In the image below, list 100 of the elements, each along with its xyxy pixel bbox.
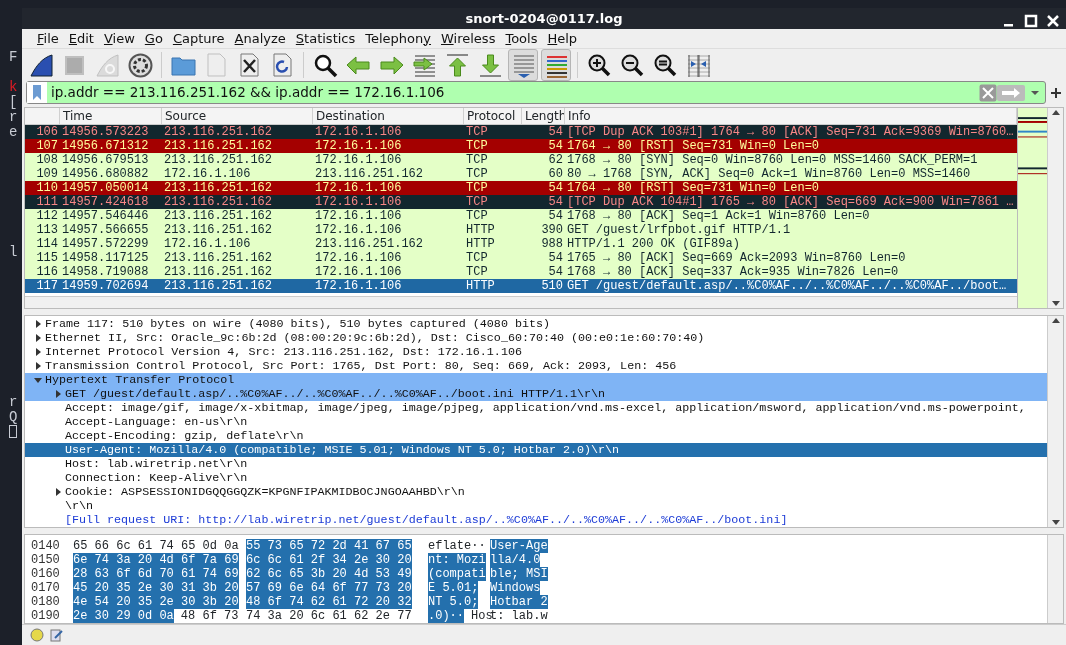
terminal-text: F	[9, 49, 18, 65]
ascii-text: NT 5.0;	[428, 595, 479, 609]
packet-row[interactable]: 107 14956.671312 213.116.251.162 172.16.1.106 TCP 54 1764 → 80 [RST] Seq=731 Win=0 Len=0	[25, 139, 1017, 153]
hex-bytes: 2e 30 29 0d 0a	[73, 609, 174, 623]
terminal-text: k	[9, 79, 18, 95]
ascii-text: .0)··	[428, 609, 464, 623]
hex-bytes: 65 66 6c 61 74 65 0d 0a	[73, 539, 239, 553]
maximize-icon[interactable]	[1024, 14, 1038, 28]
colored-lines-button[interactable]	[541, 49, 571, 81]
byte-offset: 0170	[30, 581, 61, 595]
tree-row[interactable]: Frame 117: 510 bytes on wire (4080 bits), 510 bytes captured (4080 bits)	[25, 317, 1047, 331]
shark-fin-icon	[27, 51, 55, 79]
terminal-text: e	[9, 124, 18, 140]
expand-arrow-icon[interactable]	[54, 488, 62, 496]
tree-row[interactable]: GET /guest/default.asp/..%C0%AF../..%C0%AF../..%C0%AF../boot.ini HTTP/1.1\r\n	[25, 387, 1047, 401]
ascii-text: Hotbar 2	[490, 595, 548, 609]
status-circle-icon[interactable]	[30, 628, 44, 642]
tree-row[interactable]: Ethernet II, Src: Oracle_9c:6b:2d (08:00:20:9c:6b:2d), Dst: Cisco_60:70:40 (00:e0:1e:60:70:40)	[25, 331, 1047, 345]
terminal-text: Q	[9, 409, 18, 425]
ascii-text: eflate··	[428, 539, 486, 553]
packet-minimap[interactable]	[1017, 108, 1047, 308]
scroll-down-icon[interactable]	[1050, 519, 1061, 527]
vertical-scrollbar[interactable]	[1047, 316, 1063, 527]
ascii-text: lla/4.0	[490, 553, 541, 567]
packet-row[interactable]: 114 14957.572299 172.16.1.106 213.116.251.162 HTTP 988 HTTP/1.1 200 OK (GIF89a)	[25, 237, 1017, 251]
packet-row[interactable]: 115 14958.117125 213.116.251.162 172.16.1.106 TCP 54 1765 → 80 [ACK] Seq=669 Ack=2093 Win=8760 Len=0	[25, 251, 1017, 265]
restart-icon	[93, 51, 121, 79]
terminal-text: [	[9, 94, 18, 110]
tree-row[interactable]: User-Agent: Mozilla/4.0 (compatible; MSIE 5.01; Windows NT 5.0; Hotbar 2.0)\r\n	[25, 443, 1047, 457]
add-icon[interactable]	[1050, 86, 1062, 99]
byte-offset: 0150	[30, 553, 61, 567]
menu-item[interactable]: Statistics	[290, 28, 361, 48]
packet-row[interactable]: 106 14956.573223 213.116.251.162 172.16.1.106 TCP 54 [TCP Dup ACK 103#1] 1764 → 80 [ACK] Seq=731 Ack=9369 Win=8760…	[25, 125, 1017, 139]
ascii-text: ble; MSI	[490, 567, 548, 581]
tree-row[interactable]: Transmission Control Protocol, Src Port: 1765, Dst Port: 80, Seq: 669, Ack: 2093, Len: 456	[25, 359, 1047, 373]
menu-item[interactable]: Tools	[500, 28, 543, 48]
tree-row[interactable]: Host: lab.wiretrip.net\r\n	[25, 457, 1047, 471]
hex-bytes: 28 63 6f 6d 70 61 74 69	[73, 567, 239, 581]
menu-item[interactable]: Analyze	[229, 28, 291, 48]
ascii-text: User-Age	[490, 539, 548, 553]
column-header[interactable]: Destination	[313, 108, 464, 124]
vertical-scrollbar[interactable]	[1047, 108, 1063, 308]
tree-row[interactable]: \r\n	[25, 499, 1047, 513]
tree-row[interactable]: Cookie: ASPSESSIONIDGQQGGQZK=KPGNFIPAKMIDBOCJNGOAAHBD\r\n	[25, 485, 1047, 499]
packet-row[interactable]: 112 14957.546446 213.116.251.162 172.16.1.106 TCP 54 1768 → 80 [ACK] Seq=1 Ack=1 Win=8760 Len=0	[25, 209, 1017, 223]
vertical-scrollbar[interactable]	[1047, 535, 1063, 623]
packet-row[interactable]: 108 14956.679513 213.116.251.162 172.16.1.106 TCP 62 1768 → 80 [SYN] Seq=0 Win=8760 Len=0 MSS=1460 SACK_PERM=1	[25, 153, 1017, 167]
ascii-text: Hos	[471, 609, 493, 623]
autoscroll-button[interactable]	[508, 49, 538, 81]
menu-item[interactable]: Help	[542, 28, 583, 48]
hex-bytes: 57 69 6e 64 6f 77 73 20	[246, 581, 412, 595]
expand-arrow-icon[interactable]	[54, 390, 62, 398]
tree-row[interactable]: Hypertext Transfer Protocol	[25, 373, 1047, 387]
tree-row[interactable]: Accept-Language: en-us\r\n	[25, 415, 1047, 429]
tree-row[interactable]: Connection: Keep-Alive\r\n	[25, 471, 1047, 485]
hex-bytes: 74 3a 20 6c 61 62 2e 77	[246, 609, 412, 623]
tree-row[interactable]: Accept-Encoding: gzip, deflate\r\n	[25, 429, 1047, 443]
byte-offset: 0140	[30, 539, 61, 553]
menu-item[interactable]: Wireless	[436, 28, 501, 48]
menu-item[interactable]: Telephony	[360, 28, 436, 48]
hex-bytes: 45 20 35 2e 30 31 3b 20	[73, 581, 239, 595]
ascii-text: E 5.01;	[428, 581, 479, 595]
menu-item[interactable]: Go	[139, 28, 168, 48]
menu-item[interactable]: View	[98, 28, 140, 48]
packet-row[interactable]: 109 14956.680882 172.16.1.106 213.116.251.162 TCP 60 80 → 1768 [SYN, ACK] Seq=0 Ack=1 Win=8760 Len=0 MSS=1460	[25, 167, 1017, 181]
ascii-text: t: lab.w	[490, 609, 548, 623]
terminal-text: r	[9, 109, 18, 125]
horizontal-scrollbar[interactable]	[25, 296, 1017, 308]
menu-item[interactable]: Edit	[63, 28, 99, 48]
column-header[interactable]: Protocol	[464, 108, 522, 124]
close-icon[interactable]	[1046, 14, 1060, 28]
ascii-text: (compati	[428, 567, 486, 581]
packet-row[interactable]: 111 14957.424618 213.116.251.162 172.16.1.106 TCP 54 [TCP Dup ACK 104#1] 1765 → 80 [ACK] Seq=669 Ack=900 Win=7861 …	[25, 195, 1017, 209]
hex-bytes: 62 6c 65 3b 20 4d 53 49	[246, 567, 412, 581]
filter-bar[interactable]: ip.addr == 213.116.251.162 && ip.addr == 172.16.1.106	[26, 81, 1046, 104]
edit-icon[interactable]	[50, 628, 64, 642]
gear-icon	[126, 51, 154, 79]
byte-offset: 0160	[30, 567, 61, 581]
packet-row[interactable]: 117 14959.702694 213.116.251.162 172.16.1.106 HTTP 510 GET /guest/default.asp/..%C0%AF../..%C0%AF../..%C0%AF../boot…	[25, 279, 1017, 293]
packet-row[interactable]: 110 14957.050014 213.116.251.162 172.16.1.106 TCP 54 1764 → 80 [RST] Seq=731 Win=0 Len=0	[25, 181, 1017, 195]
menu-item[interactable]: Capture	[167, 28, 230, 48]
clear-icon[interactable]	[979, 83, 997, 102]
display-filter-field[interactable]: ip.addr == 213.116.251.162 && ip.addr == 172.16.1.106	[47, 82, 979, 103]
scroll-up-icon[interactable]	[1050, 108, 1061, 116]
tree-row[interactable]: Internet Protocol Version 4, Src: 213.116.251.162, Dst: 172.16.1.106	[25, 345, 1047, 359]
packet-row[interactable]: 116 14958.719088 213.116.251.162 172.16.1.106 TCP 54 1768 → 80 [ACK] Seq=337 Ack=935 Win=7826 Len=0	[25, 265, 1017, 279]
scroll-down-icon[interactable]	[1050, 300, 1061, 308]
column-header[interactable]: Source	[162, 108, 313, 124]
menu-item[interactable]: File	[32, 28, 64, 48]
scroll-up-icon[interactable]	[1050, 316, 1061, 324]
tree-row[interactable]: [Full request URI: http://lab.wiretrip.net/guest/default.asp/..%C0%AF../..%C0%AF../..%C0%AF../boot.ini]	[25, 513, 1047, 527]
terminal-cursor	[9, 425, 17, 438]
column-header[interactable]: Time	[60, 108, 162, 124]
tree-row[interactable]: Accept: image/gif, image/x-xbitmap, image/jpeg, image/pjpeg, application/vnd.ms-excel, application/msword, application/vnd.ms-powerpoint,	[25, 401, 1047, 415]
packet-row[interactable]: 113 14957.566655 213.116.251.162 172.16.1.106 HTTP 390 GET /guest/lrfpbot.gif HTTP/1.1	[25, 223, 1017, 237]
hex-bytes: 4e 54 20 35 2e 30 3b 20	[73, 595, 239, 609]
window-title: snort-0204@0117.log	[465, 9, 623, 28]
bookmark-icon[interactable]	[27, 82, 47, 103]
byte-offset: 0180	[30, 595, 61, 609]
collapse-arrow-icon[interactable]	[34, 376, 42, 384]
